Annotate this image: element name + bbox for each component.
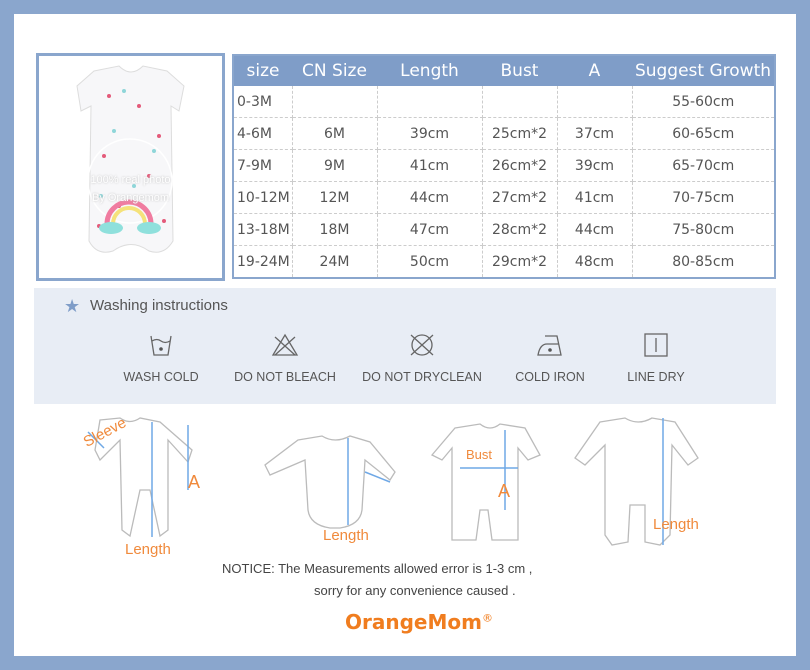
short-sleeve-romper-sketch: [430, 423, 541, 541]
size-table: size CN Size Length Bust A Suggest Growt…: [232, 54, 776, 279]
table-cell: 27cm*2: [482, 181, 558, 214]
table-cell: [557, 86, 633, 118]
table-cell: 55-60cm: [632, 86, 776, 118]
table-row: 0-3M 55-60cm: [233, 86, 776, 118]
table-cell: 10-12M: [233, 181, 293, 214]
table-cell: [482, 86, 558, 118]
header-a: A: [557, 55, 632, 86]
bust-label: Bust: [466, 447, 493, 462]
do-not-bleach-icon: [271, 333, 299, 356]
table-cell: 0-3M: [233, 86, 293, 118]
table-cell: 48cm: [557, 245, 633, 279]
care-label: DO NOT BLEACH: [234, 370, 336, 384]
table-cell: [292, 86, 378, 118]
table-cell: 44cm: [377, 181, 483, 214]
table-cell: [377, 86, 483, 118]
table-cell: 13-18M: [233, 213, 293, 246]
header-length: Length: [377, 55, 482, 86]
table-row: 7-9M 9M 41cm 26cm*2 39cm 65-70cm: [233, 149, 776, 182]
table-row: 10-12M 12M 44cm 27cm*2 41cm 70-75cm: [233, 181, 776, 214]
table-cell: 24M: [292, 245, 378, 279]
length-label-1: Length: [125, 541, 171, 558]
table-row: 13-18M 18M 47cm 28cm*2 44cm 75-80cm: [233, 213, 776, 246]
table-cell: 4-6M: [233, 117, 293, 150]
a-label-2: A: [498, 481, 511, 501]
romper-image: [76, 65, 185, 253]
header-suggest-growth: Suggest Growth: [632, 55, 775, 86]
registered-mark: ®: [481, 611, 493, 625]
table-cell: 25cm*2: [482, 117, 558, 150]
care-label: LINE DRY: [627, 370, 685, 384]
table-cell: 41cm: [557, 181, 633, 214]
bodysuit-sketch: [264, 435, 396, 529]
brand-name: OrangeMom: [345, 610, 482, 634]
header-bust: Bust: [482, 55, 557, 86]
washing-title: Washing instructions: [90, 297, 228, 314]
length-label-2: Length: [323, 527, 369, 544]
measurement-diagrams: [87, 417, 699, 546]
product-photo: 100% real photo By Orangemom: [36, 53, 225, 281]
table-cell: 7-9M: [233, 149, 293, 182]
table-cell: 26cm*2: [482, 149, 558, 182]
table-cell: 60-65cm: [632, 117, 776, 150]
table-cell: 37cm: [557, 117, 633, 150]
table-cell: 44cm: [557, 213, 633, 246]
care-wash-cold: WASH COLD: [91, 332, 231, 384]
header-cn-size: CN Size: [292, 55, 377, 86]
washing-instructions-panel: ★ Washing instructions WASH COLD DO NOT …: [34, 288, 776, 404]
table-cell: 39cm: [377, 117, 483, 150]
table-cell: 9M: [292, 149, 378, 182]
table-cell: 19-24M: [233, 245, 293, 279]
table-cell: 80-85cm: [632, 245, 776, 279]
watermark-line1: 100% real photo: [90, 174, 171, 186]
table-cell: 18M: [292, 213, 378, 246]
cold-iron-icon: [537, 335, 562, 356]
brand-logo: OrangeMom®: [345, 610, 493, 634]
table-cell: 28cm*2: [482, 213, 558, 246]
wash-cold-icon: [150, 335, 172, 356]
table-cell: 41cm: [377, 149, 483, 182]
table-cell: 50cm: [377, 245, 483, 279]
table-cell: 29cm*2: [482, 245, 558, 279]
table-header-row: size CN Size Length Bust A Suggest Growt…: [233, 55, 775, 86]
table-cell: 6M: [292, 117, 378, 150]
table-cell: 39cm: [557, 149, 633, 182]
care-do-not-dryclean: DO NOT DRYCLEAN: [352, 332, 492, 384]
care-line-dry: LINE DRY: [586, 332, 726, 384]
a-label-1: A: [188, 472, 201, 492]
table-cell: 75-80cm: [632, 213, 776, 246]
line-dry-icon: [644, 333, 668, 357]
table-cell: 47cm: [377, 213, 483, 246]
table-cell: 70-75cm: [632, 181, 776, 214]
table-cell: 65-70cm: [632, 149, 776, 182]
do-not-dryclean-icon: [410, 334, 434, 356]
length-label-3: Length: [653, 516, 699, 533]
header-size: size: [233, 55, 292, 86]
star-icon: ★: [64, 296, 81, 316]
table-cell: 12M: [292, 181, 378, 214]
table-row: 19-24M 24M 50cm 29cm*2 48cm 80-85cm: [233, 245, 776, 279]
table-row: 4-6M 6M 39cm 25cm*2 37cm 60-65cm: [233, 117, 776, 150]
care-do-not-bleach: DO NOT BLEACH: [215, 332, 355, 384]
notice-line2: sorry for any convenience caused .: [314, 583, 516, 598]
notice-line1: NOTICE: The Measurements allowed error i…: [222, 561, 533, 576]
care-label: WASH COLD: [123, 370, 199, 384]
watermark-line2: By Orangemom: [91, 192, 170, 204]
care-label: DO NOT DRYCLEAN: [362, 370, 482, 384]
